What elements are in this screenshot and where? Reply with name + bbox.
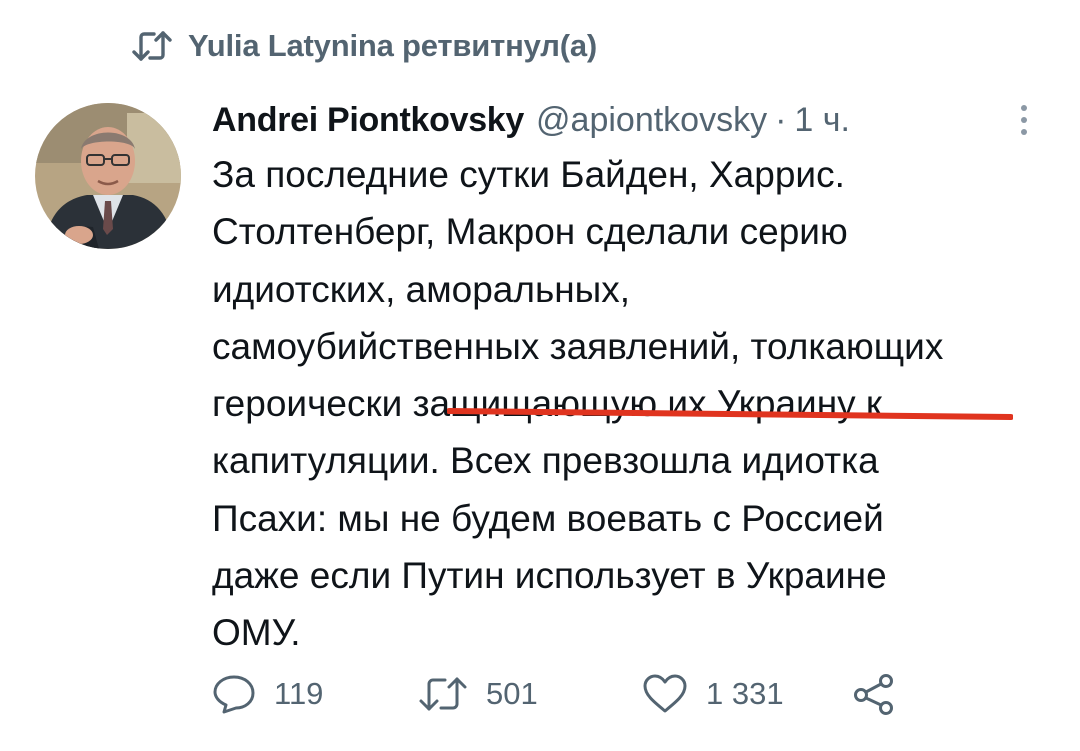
tweet-text-line: героически защищающую их Украину к (212, 375, 1052, 432)
share-icon (852, 673, 896, 715)
heart-icon (642, 674, 688, 714)
red-highlight-underline (447, 407, 1013, 421)
reply-icon (212, 674, 256, 714)
like-button[interactable]: 1 331 (642, 674, 852, 714)
retweet-icon (132, 29, 172, 63)
author-name[interactable]: Andrei Piontkovsky (212, 101, 524, 140)
tweet-text-line: Псахи: мы не будем воевать с Россией (212, 497, 884, 539)
author-handle[interactable]: @apiontkovsky (536, 101, 767, 140)
tweet-text-line: даже если Путин использует в Украине (212, 555, 887, 597)
avatar[interactable] (35, 103, 181, 249)
separator-dot: · (775, 100, 787, 139)
retweet-button[interactable]: 501 (418, 675, 642, 713)
retweet-icon (418, 675, 468, 713)
tweet-actions: 119 501 1 331 (212, 666, 896, 722)
more-options-icon[interactable] (1012, 100, 1036, 140)
share-button[interactable] (852, 673, 896, 715)
reply-button[interactable]: 119 (212, 674, 418, 714)
tweet-text-line: самоубийственных заявлений, толкающих (212, 325, 944, 367)
tweet-text-line: Столтенберг, Макрон сделали серию (212, 211, 848, 253)
tweet-text-line: ОМУ. (212, 612, 301, 654)
reply-count: 119 (274, 676, 324, 711)
retweet-label[interactable]: Yulia Latynina ретвитнул(а) (188, 28, 597, 64)
tweet-text: За последние сутки Байден, Харрис. Столт… (212, 146, 1052, 662)
like-count: 1 331 (706, 676, 784, 711)
tweet-time[interactable]: 1 ч. (794, 101, 850, 140)
retweet-banner[interactable]: Yulia Latynina ретвитнул(а) (132, 24, 597, 68)
retweet-count: 501 (486, 676, 538, 711)
tweet-text-line: идиотских, аморальных, (212, 268, 631, 310)
tweet-text-line: капитуляции. Всех превзошла идиотка (212, 440, 879, 482)
tweet-header: Andrei Piontkovsky @apiontkovsky · 1 ч. (212, 96, 850, 144)
tweet-text-segment: героически (212, 383, 413, 425)
tweet-text-line: За последние сутки Байден, Харрис. (212, 154, 845, 195)
